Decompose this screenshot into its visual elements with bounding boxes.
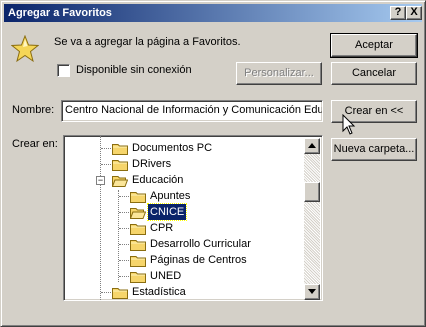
- tree-line: [119, 212, 129, 213]
- tree-item-estadistica[interactable]: Estadística: [64, 284, 304, 300]
- customize-button-label: Personalizar...: [244, 67, 314, 79]
- cancel-button[interactable]: Cancelar: [331, 62, 417, 85]
- cancel-button-label: Cancelar: [351, 67, 397, 79]
- folder-icon: [130, 256, 146, 267]
- scroll-thumb[interactable]: [304, 182, 320, 202]
- tree-line: [119, 228, 129, 229]
- tree-item-label: Páginas de Centros: [150, 254, 247, 266]
- tree-scrollbar[interactable]: [304, 138, 320, 300]
- tree-line: [101, 292, 111, 293]
- folder-icon: [112, 144, 128, 155]
- scroll-up-button[interactable]: [304, 138, 320, 154]
- folder-icon: [130, 224, 146, 235]
- folder-icon: [112, 160, 128, 171]
- tree-item-desarrollo-curricular[interactable]: Desarrollo Curricular: [64, 236, 304, 252]
- tree-item-cpr[interactable]: CPR: [64, 220, 304, 236]
- folder-icon: [112, 288, 128, 299]
- tree-line: [119, 260, 129, 261]
- tree-item-uned[interactable]: UNED: [64, 268, 304, 284]
- add-favorites-dialog: Agregar a Favoritos ? X Se va a agregar …: [0, 0, 426, 327]
- arrow-up-icon: [308, 143, 316, 148]
- mouse-cursor-icon: [342, 114, 356, 135]
- scroll-down-button[interactable]: [304, 284, 320, 300]
- tree-item-label: DRivers: [132, 158, 172, 170]
- tree-line: [119, 244, 129, 245]
- accept-button[interactable]: Aceptar: [330, 33, 418, 58]
- offline-label: Disponible sin conexión: [76, 64, 192, 76]
- name-input[interactable]: Centro Nacional de Información y Comunic…: [61, 100, 323, 122]
- help-icon: ?: [394, 6, 402, 18]
- tree-item-cnice[interactable]: CNICE: [64, 203, 304, 221]
- accept-button-label: Aceptar: [355, 39, 393, 51]
- info-message: Se va a agregar la página a Favoritos.: [54, 36, 241, 48]
- folder-icon: [130, 272, 146, 283]
- tree-line: [119, 276, 129, 277]
- star-icon: [11, 35, 39, 63]
- tree-item-label: Apuntes: [150, 190, 191, 202]
- tree-line: [101, 148, 111, 149]
- tree-line: [101, 164, 111, 165]
- customize-button[interactable]: Personalizar...: [236, 62, 322, 85]
- open-folder-icon: [130, 208, 146, 219]
- tree-item-label: Documentos PC: [132, 142, 213, 154]
- offline-checkbox[interactable]: [57, 64, 70, 77]
- tree-item-documentos-pc[interactable]: Documentos PC: [64, 140, 304, 156]
- tree-item-label: CNICE: [146, 203, 188, 221]
- tree-item-label: UNED: [150, 270, 182, 282]
- tree-item-apuntes[interactable]: Apuntes: [64, 188, 304, 204]
- name-label: Nombre:: [12, 104, 55, 116]
- folder-icon: [130, 192, 146, 203]
- folder-tree[interactable]: Documentos PC DRivers − Educación Apunte…: [63, 135, 323, 301]
- window-title: Agregar a Favoritos: [8, 7, 112, 19]
- close-icon: X: [410, 6, 418, 18]
- tree-item-label: Desarrollo Curricular: [150, 238, 251, 250]
- tree-item-paginas-de-centros[interactable]: Páginas de Centros: [64, 252, 304, 268]
- collapse-icon[interactable]: −: [96, 176, 105, 185]
- arrow-down-icon: [308, 289, 316, 294]
- help-button[interactable]: ?: [390, 6, 406, 20]
- create-in-label: Crear en:: [12, 138, 58, 150]
- tree-item-label: CPR: [150, 222, 174, 234]
- close-button[interactable]: X: [406, 6, 422, 20]
- open-folder-icon: [112, 176, 128, 187]
- tree-item-label: Educación: [132, 174, 184, 186]
- folder-icon: [130, 240, 146, 251]
- title-bar[interactable]: Agregar a Favoritos ? X: [4, 4, 422, 22]
- tree-item-drivers[interactable]: DRivers: [64, 156, 304, 172]
- tree-line: [119, 196, 129, 197]
- tree-item-educacion[interactable]: − Educación: [64, 172, 304, 188]
- new-folder-button[interactable]: Nueva carpeta...: [331, 138, 417, 161]
- tree-item-label: Estadística: [132, 286, 186, 298]
- new-folder-button-label: Nueva carpeta...: [333, 143, 415, 155]
